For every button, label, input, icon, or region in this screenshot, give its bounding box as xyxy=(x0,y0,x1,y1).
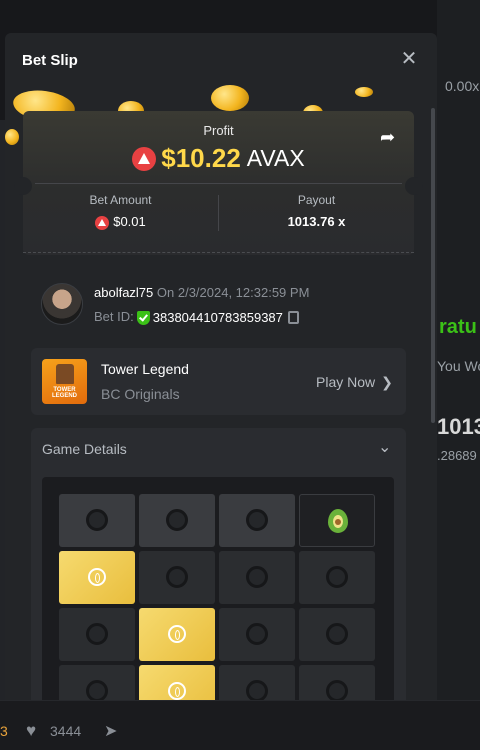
board-tile-dark xyxy=(219,551,295,604)
scrollbar[interactable] xyxy=(431,108,435,423)
bottom-bar: 3 ♥ 3444 ➤ xyxy=(0,700,480,750)
chevron-right-icon: ❯ xyxy=(381,374,393,390)
divider xyxy=(35,183,402,184)
board-tile-dark xyxy=(219,608,295,661)
game-card[interactable]: TOWER LEGEND Tower Legend BC Originals P… xyxy=(31,348,406,415)
game-thumbnail: TOWER LEGEND xyxy=(42,359,87,404)
game-thumbnail-text: TOWER LEGEND xyxy=(51,387,77,399)
verified-shield-icon xyxy=(136,310,150,325)
avax-icon xyxy=(132,146,157,171)
coin-icon xyxy=(5,129,19,145)
coin-slot-icon xyxy=(166,509,188,531)
play-now-button[interactable]: Play Now ❯ xyxy=(316,374,393,391)
background-count: 3 xyxy=(0,723,8,739)
profit-currency: AVAX xyxy=(246,145,305,171)
coin-slot-icon xyxy=(168,682,186,700)
likes-count: 3444 xyxy=(50,723,82,739)
background-congrats-text: ratu xyxy=(439,316,477,338)
background-small-number: .28689 xyxy=(437,448,477,463)
coin-slot-icon xyxy=(86,509,108,531)
profit-card: Profit $10.22 AVAX ➦ Bet Amount $0.01 Pay… xyxy=(23,111,414,255)
coin-slot-icon xyxy=(246,566,268,588)
game-name: Tower Legend xyxy=(101,361,189,377)
coin-slot-icon xyxy=(326,566,348,588)
coin-icon xyxy=(211,85,249,111)
background-multiplier: 0.00x xyxy=(445,78,480,94)
coin-slot-icon xyxy=(246,623,268,645)
board-tile-gold xyxy=(139,665,215,700)
coin-slot-icon xyxy=(326,623,348,645)
card-notch xyxy=(14,177,32,195)
tower-board xyxy=(42,477,394,700)
card-notch xyxy=(405,177,423,195)
background-big-number: 1013 xyxy=(437,414,480,439)
board-tile-avocado xyxy=(299,494,375,547)
game-provider: BC Originals xyxy=(101,386,180,402)
bet-date: On 2/3/2024, 12:32:59 PM xyxy=(156,285,310,300)
profit-row: $10.22 AVAX xyxy=(23,143,414,174)
share-icon[interactable]: ➦ xyxy=(380,127,395,148)
bet-id-value: 383804410783859387 xyxy=(152,310,283,326)
background-right-panel: 0.00x ratu You Wo 1013 .28689 xyxy=(437,0,480,700)
avatar[interactable] xyxy=(41,283,83,325)
coin-icon xyxy=(355,87,373,97)
board-tile-dark xyxy=(299,665,375,700)
bet-slip-modal: Bet Slip ✕ Profit $10.22 AVAX ➦ Bet Amoun… xyxy=(5,33,437,700)
play-now-label: Play Now xyxy=(316,374,376,390)
close-icon[interactable]: ✕ xyxy=(399,49,419,69)
modal-header: Bet Slip ✕ xyxy=(5,33,437,89)
board-tile-dark xyxy=(219,665,295,700)
board-tile-closed xyxy=(59,494,135,547)
copy-icon[interactable] xyxy=(287,311,299,325)
payout-column: Payout 1013.76 x xyxy=(219,193,414,229)
coin-slot-icon xyxy=(246,680,268,700)
coin-slot-icon xyxy=(166,566,188,588)
bet-amount-value: $0.01 xyxy=(113,214,146,229)
board-tile-dark xyxy=(59,665,135,700)
avax-icon xyxy=(95,215,110,230)
coin-slot-icon xyxy=(246,509,268,531)
bet-amount-label: Bet Amount xyxy=(89,193,152,207)
send-icon[interactable]: ➤ xyxy=(104,721,117,741)
board-tile-closed xyxy=(139,494,215,547)
coin-slot-icon xyxy=(86,680,108,700)
board-tile-dark xyxy=(299,608,375,661)
tower-illustration xyxy=(56,364,74,384)
avocado-icon xyxy=(328,509,348,533)
coin-slot-icon xyxy=(168,625,186,643)
board-tile-closed xyxy=(219,494,295,547)
game-details-label[interactable]: Game Details xyxy=(42,441,127,457)
board-tile-gold xyxy=(139,608,215,661)
chevron-down-icon[interactable]: ⌄ xyxy=(378,437,391,457)
coin-slot-icon xyxy=(88,568,106,586)
coin-slot-icon xyxy=(86,623,108,645)
profit-amount: $10.22 xyxy=(161,143,241,173)
background-win-text: You Wo xyxy=(437,358,480,374)
bet-amount-column: Bet Amount $0.01 xyxy=(23,193,218,230)
profit-label: Profit xyxy=(203,123,234,138)
payout-label: Payout xyxy=(297,193,336,207)
coin-slot-icon xyxy=(326,680,348,700)
heart-icon[interactable]: ♥ xyxy=(26,721,36,741)
board-tile-dark xyxy=(139,551,215,604)
bet-id-label: Bet ID: xyxy=(94,309,134,324)
modal-title: Bet Slip xyxy=(22,52,78,69)
payout-value: 1013.76 x xyxy=(287,214,346,229)
board-tile-dark xyxy=(59,608,135,661)
board-tile-gold xyxy=(59,551,135,604)
dashed-divider xyxy=(23,252,414,253)
username[interactable]: abolfazl75 xyxy=(94,285,153,300)
board-tile-dark xyxy=(299,551,375,604)
